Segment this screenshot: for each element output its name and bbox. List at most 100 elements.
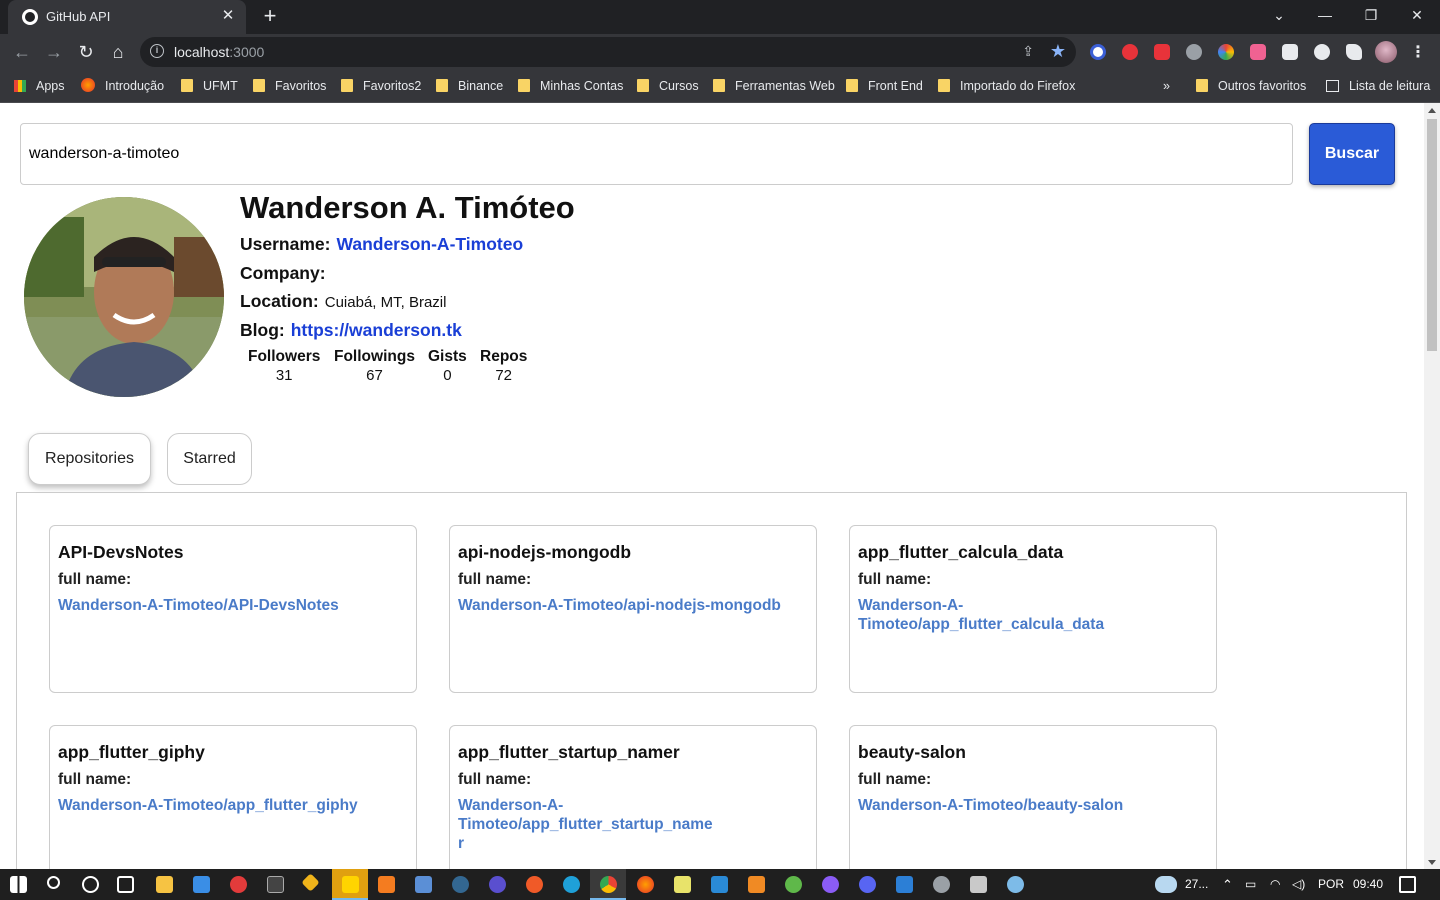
bookmark-other-favorites[interactable]: Outros favoritos (1196, 77, 1306, 95)
repo-full-name-link[interactable]: Wanderson-A-Timoteo/api-nodejs-mongodb (458, 596, 808, 615)
bookmark-folder[interactable]: Importado do Firefox (938, 77, 1075, 95)
stat-followers: Followers 31 (248, 348, 321, 384)
notepad-icon[interactable] (674, 876, 691, 893)
postgres-icon[interactable] (452, 876, 469, 893)
bookmark-folder[interactable]: Ferramentas Web (713, 77, 835, 95)
stat-followings: Followings 67 (334, 348, 415, 384)
bookmark-apps[interactable]: Apps (14, 77, 65, 95)
app-icon[interactable] (489, 876, 506, 893)
search-button[interactable]: Buscar (1309, 123, 1395, 185)
chevron-up-icon[interactable]: ⌃ (1222, 877, 1233, 893)
firefox-icon[interactable] (637, 876, 654, 893)
home-icon[interactable]: ⌂ (106, 40, 130, 64)
repo-full-name-link[interactable]: Wanderson-A-Timoteo/app_flutter_calcula_… (858, 596, 1208, 634)
postman-icon[interactable] (526, 876, 543, 893)
bookmark-folder[interactable]: Favoritos2 (341, 77, 421, 95)
weather-icon[interactable] (1155, 876, 1177, 893)
app-icon[interactable] (415, 876, 432, 893)
task-view-icon[interactable] (117, 876, 134, 893)
notifications-icon[interactable] (1399, 876, 1416, 893)
chrome-menu-icon[interactable]: ⋮ (1410, 42, 1426, 62)
adblock-extension-icon[interactable] (1122, 44, 1138, 60)
username-link[interactable]: Wanderson-A-Timoteo (336, 234, 523, 254)
bookmark-star-icon[interactable]: ★ (1050, 41, 1066, 62)
repo-full-name-link[interactable]: Wanderson-A-Timoteo/app_flutter_startup_… (458, 796, 718, 853)
app-icon[interactable] (230, 876, 247, 893)
address-bar[interactable]: i localhost:3000 ⇪ ★ (140, 37, 1076, 67)
app-icon[interactable] (970, 876, 987, 893)
extension-icon[interactable] (1250, 44, 1266, 60)
bookmark-folder[interactable]: Cursos (637, 77, 699, 95)
discord-icon[interactable] (859, 876, 876, 893)
bookmarks-more-button[interactable]: » (1163, 77, 1170, 95)
sticky-notes-icon[interactable] (342, 876, 359, 893)
search-input[interactable] (20, 123, 1293, 185)
mail-icon[interactable] (193, 876, 210, 893)
new-tab-button[interactable]: + (258, 4, 282, 28)
repo-full-name-link[interactable]: Wanderson-A-Timoteo/API-DevsNotes (58, 596, 408, 615)
volume-icon[interactable]: ◁) (1292, 877, 1305, 891)
forward-arrow-icon[interactable]: → (42, 40, 66, 64)
tab-search-icon[interactable]: ⌄ (1256, 0, 1302, 30)
share-icon[interactable]: ⇪ (1022, 43, 1034, 60)
minimize-button[interactable]: — (1302, 0, 1348, 30)
cortana-icon[interactable] (82, 876, 99, 893)
blocker-extension-icon[interactable] (1090, 44, 1106, 60)
browser-toolbar: ← → ↻ ⌂ i localhost:3000 ⇪ ★ ⋮ (0, 34, 1440, 70)
wifi-icon[interactable]: ◠ (1270, 877, 1280, 891)
back-arrow-icon[interactable]: ← (10, 40, 34, 64)
scroll-up-arrow-icon[interactable] (1428, 108, 1436, 113)
tab-repositories[interactable]: Repositories (28, 433, 151, 485)
repo-name: api-nodejs-mongodb (458, 542, 632, 562)
gear-extension-icon[interactable] (1186, 44, 1202, 60)
xampp-icon[interactable] (378, 876, 395, 893)
extensions-puzzle-icon[interactable] (1346, 44, 1362, 60)
app-icon[interactable] (896, 876, 913, 893)
app-icon[interactable] (785, 876, 802, 893)
bookmark-folder[interactable]: Favoritos (253, 77, 326, 95)
sublime-icon[interactable] (748, 876, 765, 893)
extension-icon[interactable] (1314, 44, 1330, 60)
blog-link[interactable]: https://wanderson.tk (291, 320, 462, 340)
location-value: Cuiabá, MT, Brazil (324, 294, 447, 311)
restore-button[interactable]: ❐ (1348, 0, 1394, 30)
github-desktop-icon[interactable] (822, 876, 839, 893)
device-icon[interactable]: ▭ (1245, 877, 1256, 891)
windows-start-icon[interactable] (10, 876, 27, 893)
browser-tab[interactable]: GitHub API ✕ (8, 0, 246, 34)
site-info-icon[interactable]: i (150, 44, 164, 58)
language-indicator[interactable]: POR (1318, 877, 1344, 891)
bookmark-introducao[interactable]: Introdução (81, 77, 164, 95)
terminal-icon[interactable] (267, 876, 284, 893)
git-icon[interactable] (301, 873, 320, 892)
url-text[interactable]: localhost:3000 (174, 44, 264, 60)
profile-avatar-icon[interactable] (1375, 41, 1397, 63)
reading-list-button[interactable]: Lista de leitura (1326, 77, 1430, 95)
extension-icon[interactable] (1282, 44, 1298, 60)
reload-icon[interactable]: ↻ (74, 40, 98, 64)
page-scrollbar[interactable] (1424, 103, 1440, 869)
close-window-button[interactable]: ✕ (1394, 0, 1440, 30)
extension-icon[interactable] (1154, 44, 1170, 60)
repo-full-name-link[interactable]: Wanderson-A-Timoteo/app_flutter_giphy (58, 796, 408, 815)
tab-starred[interactable]: Starred (167, 433, 252, 485)
bookmark-folder[interactable]: Front End (846, 77, 923, 95)
bookmark-folder[interactable]: Minhas Contas (518, 77, 623, 95)
bookmark-folder[interactable]: UFMT (181, 77, 238, 95)
scroll-down-arrow-icon[interactable] (1428, 860, 1436, 865)
app-icon[interactable] (933, 876, 950, 893)
clock[interactable]: 09:40 (1353, 877, 1383, 891)
edge-icon[interactable] (563, 876, 580, 893)
repo-full-name-link[interactable]: Wanderson-A-Timoteo/beauty-salon (858, 796, 1208, 815)
bookmark-folder[interactable]: Binance (436, 77, 503, 95)
tab-close-icon[interactable]: ✕ (218, 6, 238, 26)
vscode-icon[interactable] (711, 876, 728, 893)
chrome-icon[interactable] (600, 876, 617, 893)
weather-text[interactable]: 27... (1185, 877, 1208, 891)
scrollbar-thumb[interactable] (1427, 119, 1437, 351)
file-explorer-icon[interactable] (156, 876, 173, 893)
search-icon[interactable] (47, 876, 60, 889)
stat-repos: Repos 72 (480, 348, 528, 384)
app-icon[interactable] (1007, 876, 1024, 893)
color-picker-extension-icon[interactable] (1218, 44, 1234, 60)
